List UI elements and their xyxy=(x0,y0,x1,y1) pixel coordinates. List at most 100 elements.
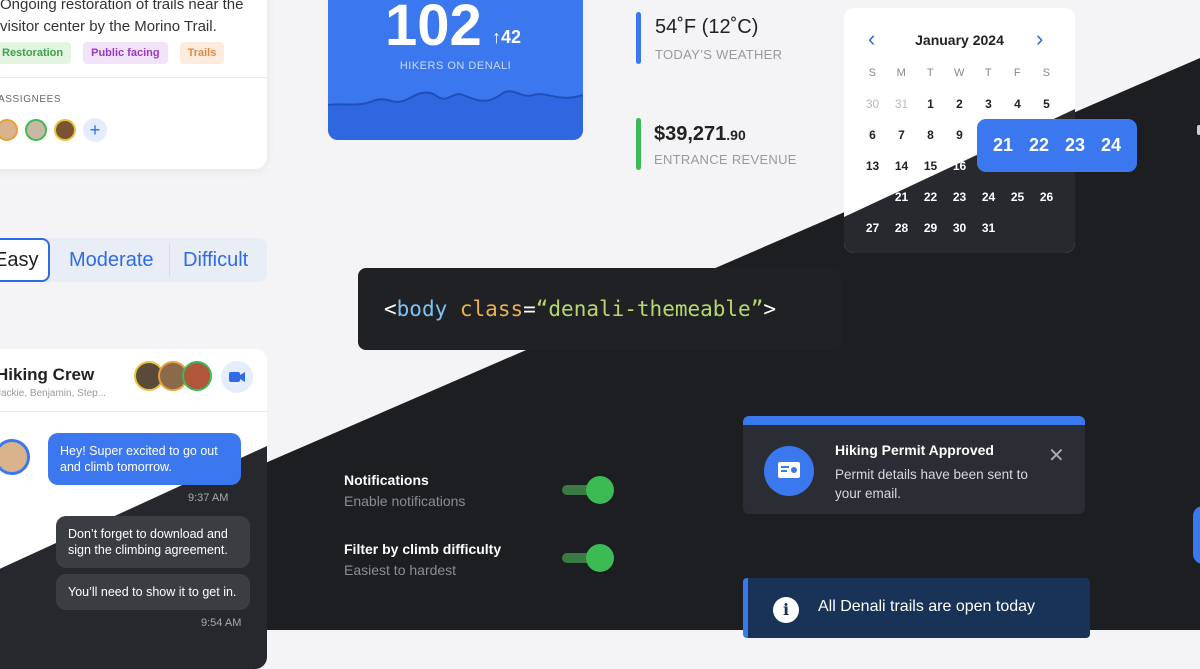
calendar-day[interactable]: 13 xyxy=(858,159,887,190)
weather-value: 54˚F (12˚C) xyxy=(655,16,759,38)
difficulty-easy-option[interactable]: Easy xyxy=(0,238,50,282)
chat-message-received: You’ll need to show it to get in. xyxy=(56,574,250,610)
calendar-day[interactable]: 15 xyxy=(916,159,945,190)
permit-icon xyxy=(764,446,814,496)
hikers-delta: ↑42 xyxy=(492,27,522,47)
calendar-day[interactable]: 7 xyxy=(887,128,916,159)
chat-message-sent: Hey! Super excited to go out and climb t… xyxy=(48,433,241,485)
calendar-day[interactable]: 6 xyxy=(858,128,887,159)
calendar-day[interactable]: 31 xyxy=(974,221,1003,252)
code-tag: body xyxy=(396,297,448,321)
code-attr: class xyxy=(459,297,524,321)
calendar-day[interactable]: 20 xyxy=(858,190,887,221)
setting-title: Filter by climb difficulty xyxy=(344,541,502,557)
avatar[interactable] xyxy=(25,119,47,141)
calendar-weekday: S xyxy=(868,67,877,79)
message-timestamp: 9:54 AM xyxy=(201,617,242,629)
calendar-day-selected[interactable]: 21 xyxy=(993,135,1013,156)
calendar-day[interactable]: 30 xyxy=(858,97,887,128)
divider xyxy=(0,77,267,78)
partial-button-edge[interactable] xyxy=(1193,506,1200,564)
calendar-day-selected[interactable]: 23 xyxy=(1065,135,1085,156)
revenue-cents: .90 xyxy=(726,127,746,143)
task-card: Ongoing restoration of trails near the v… xyxy=(0,0,267,169)
toggle-knob xyxy=(586,544,614,572)
calendar-day[interactable]: 1 xyxy=(916,97,945,128)
calendar-day[interactable]: 28 xyxy=(887,221,916,252)
chat-title: Hiking Crew xyxy=(0,365,95,384)
avatar[interactable] xyxy=(182,361,212,391)
chevron-right-icon[interactable]: › xyxy=(1036,26,1043,52)
calendar-weekday: M xyxy=(896,67,907,79)
calendar-day[interactable]: 27 xyxy=(858,221,887,252)
hikers-count: 102 xyxy=(385,0,482,58)
message-timestamp: 9:37 AM xyxy=(188,492,229,504)
chat-message-received: Don’t forget to download and sign the cl… xyxy=(56,516,250,568)
calendar-day[interactable]: 9 xyxy=(945,128,974,159)
hikers-widget: 102 ↑42 HIKERS ON DENALI xyxy=(328,0,583,140)
video-camera-icon xyxy=(229,372,245,382)
avatar[interactable] xyxy=(0,439,30,475)
calendar-day[interactable]: 29 xyxy=(916,221,945,252)
task-description: Ongoing restoration of trails near the v… xyxy=(0,0,244,35)
toggle-knob xyxy=(586,476,614,504)
info-banner-text: All Denali trails are open today xyxy=(818,598,1036,615)
tag-restoration[interactable]: Restoration xyxy=(0,42,72,64)
segment-divider xyxy=(169,244,170,276)
calendar-weekday: T xyxy=(926,67,935,79)
calendar-empty-cell xyxy=(1032,221,1061,252)
close-icon[interactable]: ✕ xyxy=(1048,443,1065,468)
calendar-day[interactable]: 14 xyxy=(887,159,916,190)
calendar-day[interactable]: 21 xyxy=(887,190,916,221)
calendar-day[interactable]: 31 xyxy=(887,97,916,128)
difficulty-difficult-option[interactable]: Difficult xyxy=(183,238,248,282)
divider xyxy=(0,411,267,412)
difficulty-moderate-option[interactable]: Moderate xyxy=(69,238,154,282)
setting-title: Notifications xyxy=(344,472,429,488)
video-call-button[interactable] xyxy=(221,361,253,393)
calendar-day[interactable]: 8 xyxy=(916,128,945,159)
calendar-weekday: S xyxy=(1042,67,1051,79)
task-tags: Restoration Public facing Trails xyxy=(0,42,225,64)
calendar-weekday: T xyxy=(984,67,993,79)
code-close: > xyxy=(763,297,776,321)
chat-member-avatars xyxy=(134,361,212,391)
calendar-day[interactable]: 22 xyxy=(916,190,945,221)
revenue-dollars: $39,271 xyxy=(654,123,727,145)
notifications-toggle[interactable] xyxy=(562,476,614,504)
difficulty-selector: Easy Moderate Difficult xyxy=(0,238,267,282)
calendar-empty-cell xyxy=(1003,221,1032,252)
setting-subtitle: Easiest to hardest xyxy=(344,562,457,578)
calendar-day-selected[interactable]: 22 xyxy=(1029,135,1049,156)
code-open: < xyxy=(384,297,397,321)
toast-body: Permit details have been sent to your em… xyxy=(835,467,1028,501)
avatar[interactable] xyxy=(54,119,76,141)
calendar-day[interactable]: 25 xyxy=(1003,190,1032,221)
code-snippet: <body class=“denali-themeable”> xyxy=(358,268,841,350)
calendar-day-selected[interactable]: 24 xyxy=(1101,135,1121,156)
chevron-left-icon[interactable]: ‹ xyxy=(868,26,875,52)
chat-card: Hiking Crew Jackie, Benjamin, Step... He… xyxy=(0,349,267,669)
weather-label: TODAY’S WEATHER xyxy=(655,47,783,62)
tag-trails[interactable]: Trails xyxy=(179,42,225,64)
calendar-weekday: F xyxy=(1013,67,1022,79)
calendar-weekday: W xyxy=(954,67,965,79)
difficulty-filter-toggle[interactable] xyxy=(562,544,614,572)
calendar-day[interactable]: 26 xyxy=(1032,190,1061,221)
add-assignee-button[interactable]: + xyxy=(83,118,107,142)
info-banner: i All Denali trails are open today xyxy=(743,578,1090,638)
weather-accent-bar xyxy=(636,12,641,64)
revenue-accent-bar xyxy=(636,118,641,170)
info-icon: i xyxy=(773,597,799,623)
calendar-day[interactable]: 23 xyxy=(945,190,974,221)
calendar-selected-range[interactable]: 21 22 23 24 xyxy=(977,119,1137,172)
calendar-day[interactable]: 30 xyxy=(945,221,974,252)
calendar-day[interactable]: 16 xyxy=(945,159,974,190)
tag-public-facing[interactable]: Public facing xyxy=(83,42,168,64)
assignee-avatars: + xyxy=(0,118,107,142)
calendar-day[interactable]: 24 xyxy=(974,190,1003,221)
avatar[interactable] xyxy=(0,119,18,141)
toast-title: Hiking Permit Approved xyxy=(835,442,994,458)
assignees-label: ASSIGNEES xyxy=(0,94,62,105)
calendar-day[interactable]: 2 xyxy=(945,97,974,128)
